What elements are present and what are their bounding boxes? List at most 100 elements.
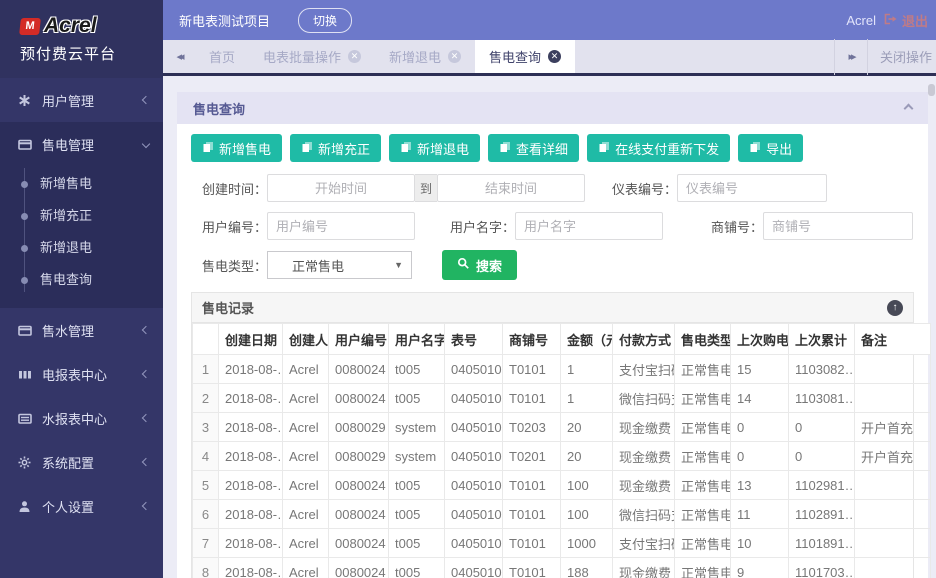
file-icon [749, 141, 761, 156]
table-cell: 正常售电 [675, 471, 731, 500]
table-cell: t005 [389, 355, 445, 384]
sidebar-item[interactable]: 系统配置 [0, 440, 163, 484]
table-cell: 2018-08-… [219, 384, 283, 413]
sidebar-subitem[interactable]: 售电查询 [0, 264, 163, 296]
toolbar-button-新增充正[interactable]: 新增充正 [290, 134, 381, 162]
toolbar-button-查看详细[interactable]: 查看详细 [488, 134, 579, 162]
toolbar-button-label: 新增充正 [318, 139, 370, 158]
table-cell: 支付宝扫码 [613, 355, 675, 384]
end-time-input[interactable] [437, 174, 585, 202]
toolbar-button-在线支付重新下发[interactable]: 在线支付重新下发 [587, 134, 730, 162]
shop-no-input[interactable] [763, 212, 913, 240]
sidebar-item[interactable]: 个人设置 [0, 484, 163, 528]
sidebar-group-1: 售电管理新增售电新增充正新增退电售电查询 [0, 122, 163, 308]
toolbar-button-新增售电[interactable]: 新增售电 [191, 134, 282, 162]
table-row[interactable]: 52018-08-…Acrel0080024t00504050101T01011… [193, 471, 931, 500]
tab-新增退电[interactable]: 新增退电 ✕ [375, 40, 475, 73]
table-row[interactable]: 62018-08-…Acrel0080024t00504050101T01011… [193, 500, 931, 529]
table-row[interactable]: 72018-08-…Acrel0080024t00504050101T01011… [193, 529, 931, 558]
search-button[interactable]: 搜索 [442, 250, 517, 280]
sidebar-item[interactable]: 售电管理 [0, 122, 163, 166]
sidebar-subitem[interactable]: 新增充正 [0, 200, 163, 232]
table-cell: 0080029 [329, 442, 389, 471]
table-cell: 2018-08-… [219, 529, 283, 558]
user-name-input[interactable] [515, 212, 663, 240]
table-cell: 0080024 [329, 558, 389, 578]
sidebar-item[interactable]: 售水管理 [0, 308, 163, 352]
tab-首页[interactable]: 首页 [195, 40, 249, 73]
meter-no-label: 仪表编号： [601, 179, 677, 198]
collapse-panel-icon[interactable] [904, 103, 914, 113]
table-cell: 0080024 [329, 500, 389, 529]
start-time-input[interactable] [267, 174, 415, 202]
table-cell: T0203 [503, 413, 561, 442]
sale-type-select[interactable]: 正常售电 ▼ [267, 251, 412, 279]
table-cell [855, 558, 931, 578]
table-cell: 8 [193, 558, 219, 578]
file-icon [598, 141, 610, 156]
user-name-label: 用户名字： [439, 217, 515, 236]
table-cell: 0080029 [329, 413, 389, 442]
brand-subtitle: 预付费云平台 [20, 43, 163, 64]
toolbar-button-新增退电[interactable]: 新增退电 [389, 134, 480, 162]
scrollbar-thumb[interactable] [928, 84, 935, 96]
chevron-down-icon [142, 140, 150, 148]
sidebar-item[interactable]: 用户管理 [0, 78, 163, 122]
toolbar-button-label: 新增售电 [219, 139, 271, 158]
tabs-scroll-right-icon[interactable]: ▸▸ [835, 50, 867, 63]
table-row[interactable]: 22018-08-…Acrel0080024t00504050101T01011… [193, 384, 931, 413]
tab-label: 首页 [209, 47, 235, 66]
table-cell: 0080024 [329, 471, 389, 500]
table-row[interactable]: 12018-08-…Acrel0080024t00504050101T01011… [193, 355, 931, 384]
table-cell: 正常售电 [675, 442, 731, 471]
sidebar-group-2: 售水管理 [0, 308, 163, 352]
toolbar-button-label: 新增退电 [417, 139, 469, 158]
table-cell: 1101891… [789, 529, 855, 558]
user-no-label: 用户编号： [191, 217, 267, 236]
sidebar-subitem[interactable]: 新增退电 [0, 232, 163, 264]
tabs-scroll-left-icon[interactable]: ◂◂ [163, 40, 195, 73]
table-cell: 7 [193, 529, 219, 558]
file-icon [301, 141, 313, 156]
table-cell: T0101 [503, 384, 561, 413]
search-icon [457, 257, 470, 273]
close-icon[interactable]: ✕ [548, 50, 561, 63]
close-operations-menu[interactable]: 关闭操作 [868, 47, 936, 66]
table-cell: 14 [731, 384, 789, 413]
sidebar-item[interactable]: 水报表中心 [0, 396, 163, 440]
switch-project-button[interactable]: 切换 [298, 8, 352, 33]
sidebar-item-label: 电报表中心 [42, 365, 107, 384]
table-row[interactable]: 82018-08-…Acrel0080024t00504050101T01011… [193, 558, 931, 578]
table-row[interactable]: 42018-08-…Acrel0080029system04050102T020… [193, 442, 931, 471]
shop-no-label: 商铺号： [687, 217, 763, 236]
sidebar-submenu: 新增售电新增充正新增退电售电查询 [0, 166, 163, 308]
table-cell: 0 [789, 413, 855, 442]
table-cell: 支付宝扫码 [613, 529, 675, 558]
table-cell: 0080024 [329, 529, 389, 558]
close-icon[interactable]: ✕ [448, 50, 461, 63]
column-header: 用户编号 [329, 324, 389, 355]
sidebar-item-label: 水报表中心 [42, 409, 107, 428]
table-cell: Acrel [283, 413, 329, 442]
sidebar-nav: 用户管理售电管理新增售电新增充正新增退电售电查询售水管理电报表中心水报表中心系统… [0, 78, 163, 528]
meter-no-input[interactable] [677, 174, 827, 202]
table-cell: T0201 [503, 442, 561, 471]
tab-售电查询[interactable]: 售电查询✕ [475, 40, 575, 73]
sidebar-item[interactable]: 电报表中心 [0, 352, 163, 396]
table-cell: system [389, 442, 445, 471]
table-cell: T0101 [503, 355, 561, 384]
tab-label: 新增退电 [389, 47, 441, 66]
tab-电表批量操作[interactable]: 电表批量操作✕ [249, 40, 375, 73]
column-header: 金额（元 [561, 324, 613, 355]
logout-link[interactable]: 退出 [884, 11, 928, 30]
toolbar-button-导出[interactable]: 导出 [738, 134, 803, 162]
close-icon[interactable]: ✕ [348, 50, 361, 63]
table-row[interactable]: 32018-08-…Acrel0080029system04050102T020… [193, 413, 931, 442]
table-cell: t005 [389, 384, 445, 413]
scroll-top-icon[interactable]: ↑ [887, 300, 903, 316]
sidebar-subitem[interactable]: 新增售电 [0, 168, 163, 200]
column-header: 用户名字 [389, 324, 445, 355]
records-panel: 售电记录 ↑ 创建日期创建人用户编号用户名字表号商铺号金额（元付款方式售电类型上… [191, 292, 914, 578]
user-no-input[interactable] [267, 212, 415, 240]
card-icon [18, 138, 33, 151]
